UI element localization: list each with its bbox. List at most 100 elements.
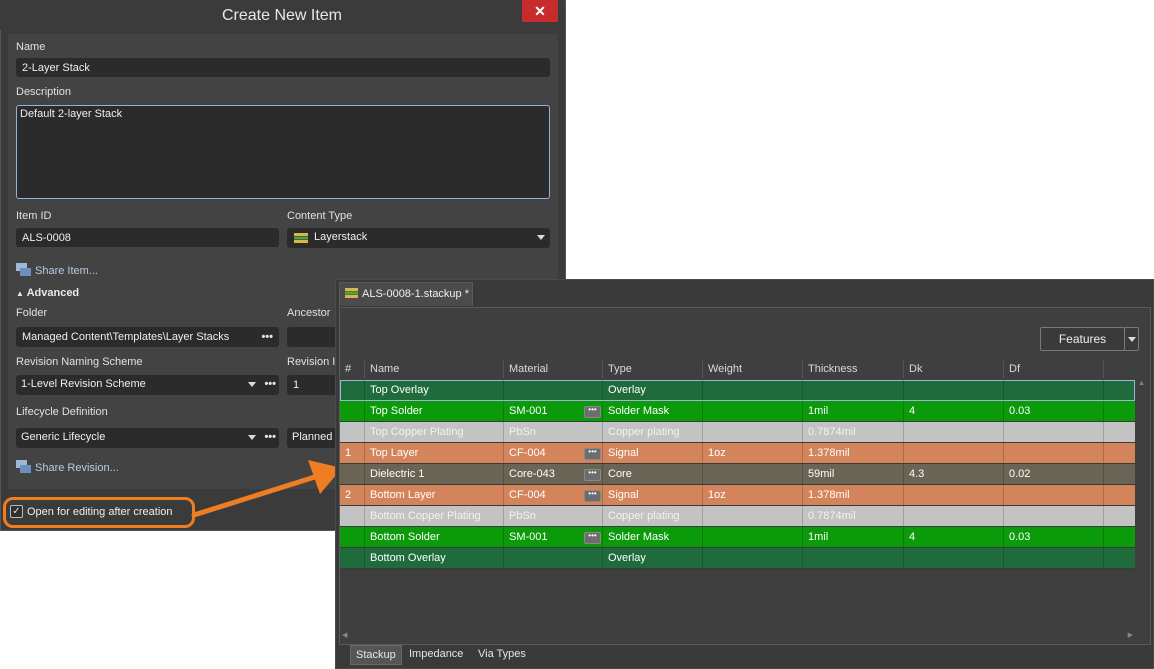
cell-thickness[interactable]: 59mil [803, 464, 904, 484]
material-browse-button[interactable]: ••• [584, 406, 601, 418]
cell-thickness[interactable] [803, 548, 904, 568]
advanced-section-toggle[interactable]: ▲ Advanced [16, 287, 79, 299]
cell-name[interactable]: Top Copper Plating [365, 422, 504, 442]
cell-num[interactable] [340, 464, 365, 484]
cell-dk[interactable] [904, 380, 1004, 400]
description-field[interactable]: Default 2-layer Stack [16, 105, 550, 199]
cell-name[interactable]: Top Layer [365, 443, 504, 463]
features-dropdown-button[interactable] [1124, 327, 1139, 351]
cell-df[interactable]: 0.02 [1004, 464, 1104, 484]
cell-type[interactable]: Overlay [603, 380, 703, 400]
document-tab[interactable]: ALS-0008-1.stackup * [339, 282, 473, 306]
cell-num[interactable] [340, 527, 365, 547]
share-revision-link[interactable]: Share Revision... [35, 462, 119, 474]
cell-material[interactable]: PbSn [504, 422, 603, 442]
column-header-num[interactable]: # [340, 361, 365, 378]
cell-dk[interactable]: 4.3 [904, 464, 1004, 484]
cell-type[interactable]: Overlay [603, 548, 703, 568]
cell-num[interactable] [340, 422, 365, 442]
cell-dk[interactable] [904, 443, 1004, 463]
material-browse-button[interactable]: ••• [584, 532, 601, 544]
cell-num[interactable] [340, 506, 365, 526]
cell-dk[interactable] [904, 485, 1004, 505]
share-item-link[interactable]: Share Item... [35, 265, 98, 277]
features-button[interactable]: Features [1040, 327, 1125, 351]
cell-num[interactable] [340, 548, 365, 568]
cell-num[interactable] [340, 380, 365, 400]
cell-df[interactable]: 0.03 [1004, 401, 1104, 421]
cell-material[interactable]: PbSn [504, 506, 603, 526]
cell-thickness[interactable]: 1.378mil [803, 485, 904, 505]
cell-weight[interactable] [703, 464, 803, 484]
cell-name[interactable]: Top Solder [365, 401, 504, 421]
cell-name[interactable]: Dielectric 1 [365, 464, 504, 484]
open-after-creation-checkbox[interactable]: ✓ [10, 505, 23, 518]
table-row[interactable]: Top Copper Plating PbSn Copper plating 0.78… [340, 422, 1135, 443]
cell-weight[interactable] [703, 422, 803, 442]
material-browse-button[interactable]: ••• [584, 448, 601, 460]
item-id-field[interactable]: ALS-0008 [16, 228, 279, 247]
cell-thickness[interactable]: 1.378mil [803, 443, 904, 463]
tab-via-types[interactable]: Via Types [473, 645, 531, 663]
cell-num[interactable]: 1 [340, 443, 365, 463]
cell-df[interactable] [1004, 548, 1104, 568]
revision-naming-select[interactable]: 1-Level Revision Scheme ••• [16, 375, 279, 395]
cell-weight[interactable] [703, 527, 803, 547]
cell-df[interactable] [1004, 380, 1104, 400]
cell-num[interactable]: 2 [340, 485, 365, 505]
table-row[interactable]: Bottom Overlay Overlay [340, 548, 1135, 569]
material-browse-button[interactable]: ••• [584, 469, 601, 481]
column-header-df[interactable]: Df [1004, 361, 1104, 378]
cell-df[interactable]: 0.03 [1004, 527, 1104, 547]
scroll-up-icon[interactable]: ▲ [1138, 380, 1145, 387]
cell-df[interactable] [1004, 485, 1104, 505]
column-header-dk[interactable]: Dk [904, 361, 1004, 378]
cell-material[interactable] [504, 548, 603, 568]
cell-name[interactable]: Bottom Solder [365, 527, 504, 547]
cell-weight[interactable]: 1oz [703, 443, 803, 463]
cell-thickness[interactable]: 0.7874mil [803, 422, 904, 442]
cell-dk[interactable]: 4 [904, 401, 1004, 421]
cell-type[interactable]: Signal [603, 443, 703, 463]
column-header-weight[interactable]: Weight [703, 361, 803, 378]
cell-thickness[interactable] [803, 380, 904, 400]
table-row[interactable]: 1 Top Layer CF-004 ••• Signal 1oz 1.378mil [340, 443, 1135, 464]
cell-thickness[interactable]: 1mil [803, 527, 904, 547]
cell-name[interactable]: Bottom Copper Plating [365, 506, 504, 526]
cell-weight[interactable]: 1oz [703, 485, 803, 505]
table-row[interactable]: Dielectric 1 Core-043 ••• Core 59mil 4.3 0.02 [340, 464, 1135, 485]
cell-type[interactable]: Solder Mask [603, 401, 703, 421]
cell-type[interactable]: Core [603, 464, 703, 484]
table-row[interactable]: Top Solder SM-001 ••• Solder Mask 1mil 4 0.03 [340, 401, 1135, 422]
content-type-select[interactable]: Layerstack [287, 228, 550, 248]
cell-type[interactable]: Signal [603, 485, 703, 505]
cell-type[interactable]: Solder Mask [603, 527, 703, 547]
close-button[interactable]: ✕ [522, 0, 558, 22]
lifecycle-more-button[interactable]: ••• [264, 428, 276, 447]
cell-thickness[interactable]: 0.7874mil [803, 506, 904, 526]
cell-name[interactable]: Bottom Layer [365, 485, 504, 505]
cell-type[interactable]: Copper plating [603, 506, 703, 526]
lifecycle-select[interactable]: Generic Lifecycle ••• [16, 428, 279, 448]
cell-weight[interactable] [703, 401, 803, 421]
column-header-type[interactable]: Type [603, 361, 703, 378]
cell-name[interactable]: Bottom Overlay [365, 548, 504, 568]
material-browse-button[interactable]: ••• [584, 490, 601, 502]
horizontal-scrollbar[interactable]: ◀ ▶ [340, 630, 1135, 642]
cell-df[interactable] [1004, 443, 1104, 463]
scroll-right-icon[interactable]: ▶ [1128, 631, 1133, 639]
cell-df[interactable] [1004, 506, 1104, 526]
table-row[interactable]: Bottom Solder SM-001 ••• Solder Mask 1mil 4 0.… [340, 527, 1135, 548]
table-row[interactable]: 2 Bottom Layer CF-004 ••• Signal 1oz 1.378mil [340, 485, 1135, 506]
column-header-thickness[interactable]: Thickness [803, 361, 904, 378]
cell-df[interactable] [1004, 422, 1104, 442]
column-header-material[interactable]: Material [504, 361, 603, 378]
cell-dk[interactable] [904, 422, 1004, 442]
cell-dk[interactable] [904, 548, 1004, 568]
cell-thickness[interactable]: 1mil [803, 401, 904, 421]
column-header-name[interactable]: Name [365, 361, 504, 378]
revision-naming-more-button[interactable]: ••• [264, 375, 276, 394]
cell-weight[interactable] [703, 380, 803, 400]
cell-material[interactable] [504, 380, 603, 400]
cell-dk[interactable]: 4 [904, 527, 1004, 547]
